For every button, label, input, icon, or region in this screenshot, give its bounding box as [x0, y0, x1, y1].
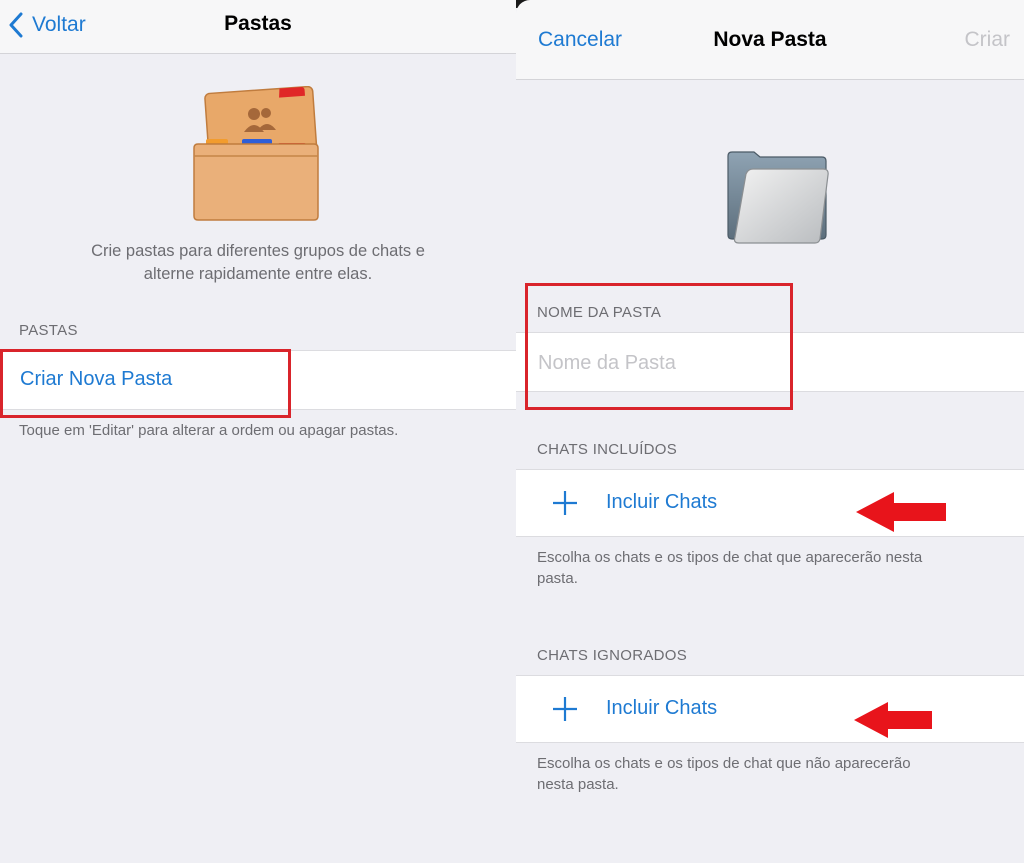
- create-button[interactable]: Criar: [965, 28, 1011, 52]
- folders-footer: Toque em 'Editar' para alterar a ordem o…: [19, 422, 399, 439]
- include-ignored-chats-button[interactable]: Incluir Chats: [606, 697, 717, 720]
- empty-folder-icon: [727, 151, 829, 244]
- ignored-chats-section-header: CHATS IGNORADOS: [537, 647, 688, 664]
- new-folder-screen: Cancelar Nova Pasta Criar NOME DA PASTA …: [516, 0, 1024, 863]
- highlight-box: [0, 349, 291, 418]
- ignore-chats-row[interactable]: Incluir Chats: [516, 675, 1024, 743]
- footer-line: Escolha os chats e os tipos de chat que …: [537, 549, 923, 566]
- plus-icon: [553, 491, 577, 515]
- include-chats-button[interactable]: Incluir Chats: [606, 491, 717, 514]
- plus-icon: [553, 697, 577, 721]
- highlight-box: [525, 283, 793, 410]
- description-line: alterne rapidamente entre elas.: [143, 265, 373, 283]
- footer-line: pasta.: [537, 570, 578, 587]
- include-chats-row[interactable]: Incluir Chats: [516, 469, 1024, 537]
- red-arrow-left-icon: [854, 702, 932, 738]
- included-chats-section-header: CHATS INCLUÍDOS: [537, 441, 678, 458]
- folders-section-header: PASTAS: [19, 322, 78, 339]
- description-line: Crie pastas para diferentes grupos de ch…: [91, 242, 425, 260]
- ignored-chats-footer: Escolha os chats e os tipos de chat que …: [537, 753, 911, 795]
- folder-with-group-icon: [193, 86, 319, 221]
- footer-line: Escolha os chats e os tipos de chat que …: [537, 755, 911, 772]
- footer-line: nesta pasta.: [537, 776, 619, 793]
- navigation-bar: Cancelar Nova Pasta Criar: [516, 0, 1024, 80]
- navigation-bar: Voltar Pastas: [0, 0, 516, 54]
- included-chats-footer: Escolha os chats e os tipos de chat que …: [537, 547, 922, 589]
- page-title: Pastas: [224, 12, 292, 35]
- folders-screen: Voltar Pastas Crie pastas para diferente…: [0, 0, 516, 863]
- page-title: Nova Pasta: [713, 28, 827, 51]
- red-arrow-left-icon: [856, 492, 946, 532]
